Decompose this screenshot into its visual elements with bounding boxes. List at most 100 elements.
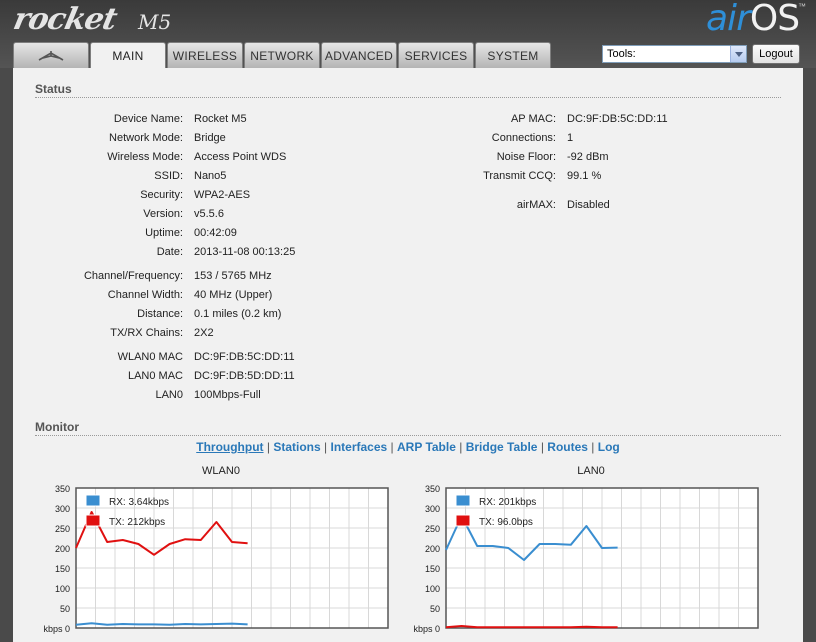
main-content: Status Device Name: Rocket M5 Network Mode…	[13, 68, 803, 642]
status-section-title: Status	[35, 82, 72, 96]
status-right-row-value: 1	[567, 132, 574, 144]
status-left-row-label: Security:	[140, 189, 183, 201]
y-tick-label: 300	[425, 504, 440, 514]
chart-title-lan0: LAN0	[577, 465, 605, 477]
legend-label: TX: 212kbps	[109, 517, 165, 528]
chart-title-wlan0: WLAN0	[202, 465, 240, 477]
model-name: M5	[138, 10, 172, 34]
y-tick-label: 100	[425, 584, 440, 594]
status-right-row-label: AP MAC:	[510, 113, 556, 125]
tab-services[interactable]: SERVICES	[398, 42, 474, 68]
y-tick-label: 300	[55, 504, 70, 514]
status-left-row-value: DC:9F:DB:5C:DD:11	[194, 351, 295, 363]
tools-select[interactable]: Tools:	[602, 45, 747, 63]
status-left-row-label: Device Name:	[113, 113, 183, 125]
tab-ubnt-logo[interactable]	[13, 42, 89, 68]
link-separator: |	[537, 440, 548, 454]
status-right-row-label: airMAX:	[516, 199, 556, 211]
tab-system[interactable]: SYSTEM	[475, 42, 551, 68]
monitor-link-bridge-table[interactable]: Bridge Table	[466, 440, 538, 454]
link-separator: |	[320, 440, 331, 454]
monitor-link-stations[interactable]: Stations	[273, 440, 320, 454]
status-left-row-label: Channel Width:	[107, 289, 183, 301]
legend-swatch	[455, 514, 471, 527]
tab-advanced[interactable]: ADVANCED	[321, 42, 397, 68]
monitor-links: Throughput | Stations | Interfaces | ARP…	[13, 440, 803, 454]
airos-logo-os: OS	[749, 0, 800, 39]
status-left-row-label: TX/RX Chains:	[110, 327, 183, 339]
status-left-row-label: SSID:	[154, 170, 183, 182]
monitor-divider	[35, 435, 781, 436]
tab-network[interactable]: NETWORK	[244, 42, 320, 68]
y-tick-label: 50	[430, 604, 440, 614]
y-tick-label: 150	[425, 564, 440, 574]
tab-main[interactable]: MAIN	[90, 42, 166, 69]
y-tick-label: 50	[60, 604, 70, 614]
status-left-row-label: Distance:	[137, 308, 183, 320]
status-left-row-value: 2013-11-08 00:13:25	[194, 246, 296, 258]
status-left-row-value: 2X2	[194, 327, 214, 339]
link-separator: |	[263, 440, 274, 454]
monitor-section-title: Monitor	[35, 420, 79, 434]
status-left-row-value: DC:9F:DB:5D:DD:11	[194, 370, 295, 382]
logout-button[interactable]: Logout	[752, 44, 800, 64]
tools-select-value: Tools:	[607, 48, 636, 60]
header-bar: rocket M5 airOS ™ MAIN WIRELESS NETWORK …	[0, 0, 816, 69]
status-divider	[35, 97, 781, 98]
status-left-row-value: 00:42:09	[194, 227, 237, 239]
legend-swatch	[455, 494, 471, 507]
y-tick-label: 350	[55, 484, 70, 494]
link-separator: |	[387, 440, 397, 454]
status-left-row-value: 40 MHz (Upper)	[194, 289, 273, 301]
link-separator: |	[587, 440, 598, 454]
y-tick-label: 200	[425, 544, 440, 554]
monitor-link-interfaces[interactable]: Interfaces	[330, 440, 387, 454]
status-left-row-label: Date:	[156, 246, 183, 258]
y-tick-label: 150	[55, 564, 70, 574]
status-left-row-value: WPA2-AES	[194, 189, 251, 201]
trademark-mark: ™	[798, 2, 806, 11]
status-left-row-label: Network Mode:	[109, 132, 183, 144]
status-left-row-value: 0.1 miles (0.2 km)	[194, 308, 282, 320]
y-tick-label: 250	[425, 524, 440, 534]
status-left-row-value: 153 / 5765 MHz	[194, 270, 272, 282]
y-tick-label: 250	[55, 524, 70, 534]
monitor-link-log[interactable]: Log	[598, 440, 620, 454]
y-tick-label: kbps 0	[413, 624, 440, 634]
status-left-row-label: LAN0 MAC	[127, 370, 183, 382]
legend-swatch	[85, 494, 101, 507]
status-left-row-label: Uptime:	[145, 227, 183, 239]
status-left-row-label: Wireless Mode:	[107, 151, 183, 163]
y-tick-label: 350	[425, 484, 440, 494]
monitor-link-routes[interactable]: Routes	[547, 440, 588, 454]
link-separator: |	[455, 440, 466, 454]
wlan0-throughput-chart: kbps 0 50 100 150 200 250 300 350 RX: 3.64kbps TX…	[43, 484, 389, 634]
status-left-row-value: Bridge	[194, 132, 226, 144]
status-right-row-label: Noise Floor:	[496, 151, 556, 163]
status-right-row-value: Disabled	[567, 199, 610, 211]
airos-logo: airOS	[706, 0, 800, 39]
y-tick-label: 200	[55, 544, 70, 554]
status-right-row-value: -92 dBm	[567, 151, 609, 163]
y-tick-label: 100	[55, 584, 70, 594]
status-left-row-value: v5.5.6	[194, 208, 224, 220]
ubiquiti-logo-icon	[38, 51, 64, 61]
monitor-link-throughput[interactable]: Throughput	[196, 440, 263, 454]
y-tick-label: kbps 0	[43, 624, 70, 634]
status-left-row-label: Channel/Frequency:	[83, 270, 183, 282]
legend-label: RX: 201kbps	[479, 497, 536, 508]
status-left-row-label: Version:	[143, 208, 183, 220]
monitor-link-arp-table[interactable]: ARP Table	[397, 440, 456, 454]
airos-logo-air: air	[706, 0, 751, 39]
status-right-row-value: DC:9F:DB:5C:DD:11	[567, 113, 668, 125]
status-right-row-label: Connections:	[491, 132, 556, 144]
chevron-down-icon[interactable]	[730, 46, 746, 62]
legend-label: RX: 3.64kbps	[109, 497, 169, 508]
status-left-row-value: Access Point WDS	[194, 151, 287, 163]
status-left-row-value: 100Mbps-Full	[194, 389, 261, 401]
legend-swatch	[85, 514, 101, 527]
status-left-row-label: WLAN0 MAC	[117, 351, 183, 363]
lan0-throughput-chart: kbps 0 50 100 150 200 250 300 350 RX: 201kbps TX:…	[413, 484, 759, 634]
tab-wireless[interactable]: WIRELESS	[167, 42, 243, 68]
status-left-row-value: Nano5	[194, 170, 227, 182]
